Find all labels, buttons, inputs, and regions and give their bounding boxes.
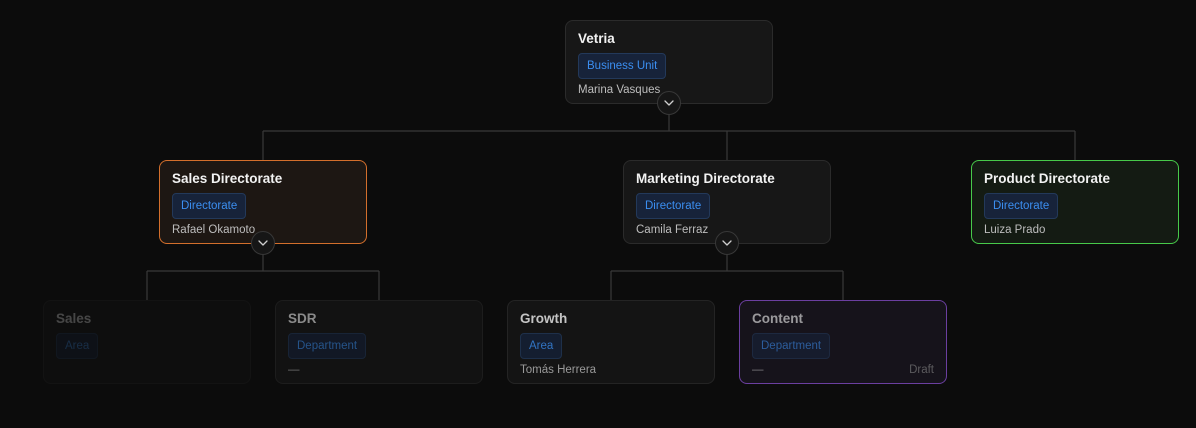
node-type-badge: Business Unit <box>578 53 667 79</box>
node-owner: — <box>288 364 300 376</box>
node-content[interactable]: Content Department — Draft <box>739 300 947 384</box>
node-title: Sales Directorate <box>172 171 283 186</box>
node-title: Growth <box>520 311 568 326</box>
node-type-badge: Department <box>752 333 831 359</box>
chevron-down-icon <box>258 240 268 246</box>
chevron-down-icon <box>722 240 732 246</box>
node-title: Product Directorate <box>984 171 1111 186</box>
collapse-toggle-sales-directorate[interactable] <box>251 231 275 255</box>
node-sdr[interactable]: SDR Department — <box>275 300 483 384</box>
node-type-badge: Department <box>288 333 367 359</box>
node-content-body: Content Department — Draft <box>752 311 934 376</box>
node-title: Marketing Directorate <box>636 171 775 186</box>
node-owner: Tomás Herrera <box>520 364 597 376</box>
draft-status: Draft <box>909 364 934 376</box>
node-owner: Rafael Okamoto <box>172 224 256 236</box>
node-owner: — <box>752 364 764 376</box>
node-type-badge: Area <box>520 333 563 359</box>
node-owner: Marina Vasques <box>578 84 661 96</box>
node-title: SDR <box>288 311 317 326</box>
node-growth[interactable]: Growth Area Tomás Herrera <box>507 300 715 384</box>
chevron-down-icon <box>664 100 674 106</box>
node-type-badge: Directorate <box>636 193 711 219</box>
node-owner: Camila Ferraz <box>636 224 709 236</box>
node-sales[interactable]: Sales Area <box>43 300 251 384</box>
node-title: Content <box>752 311 803 326</box>
node-type-badge: Directorate <box>984 193 1059 219</box>
org-chart-canvas: Vetria Business Unit Marina Vasques Sale… <box>0 0 1196 428</box>
node-type-badge: Directorate <box>172 193 247 219</box>
node-type-badge: Area <box>56 333 99 359</box>
node-title: Vetria <box>578 31 615 46</box>
node-title: Sales <box>56 311 92 326</box>
node-product-directorate[interactable]: Product Directorate Directorate Luiza Pr… <box>971 160 1179 244</box>
collapse-toggle-vetria[interactable] <box>657 91 681 115</box>
collapse-toggle-marketing-directorate[interactable] <box>715 231 739 255</box>
node-owner: Luiza Prado <box>984 224 1046 236</box>
